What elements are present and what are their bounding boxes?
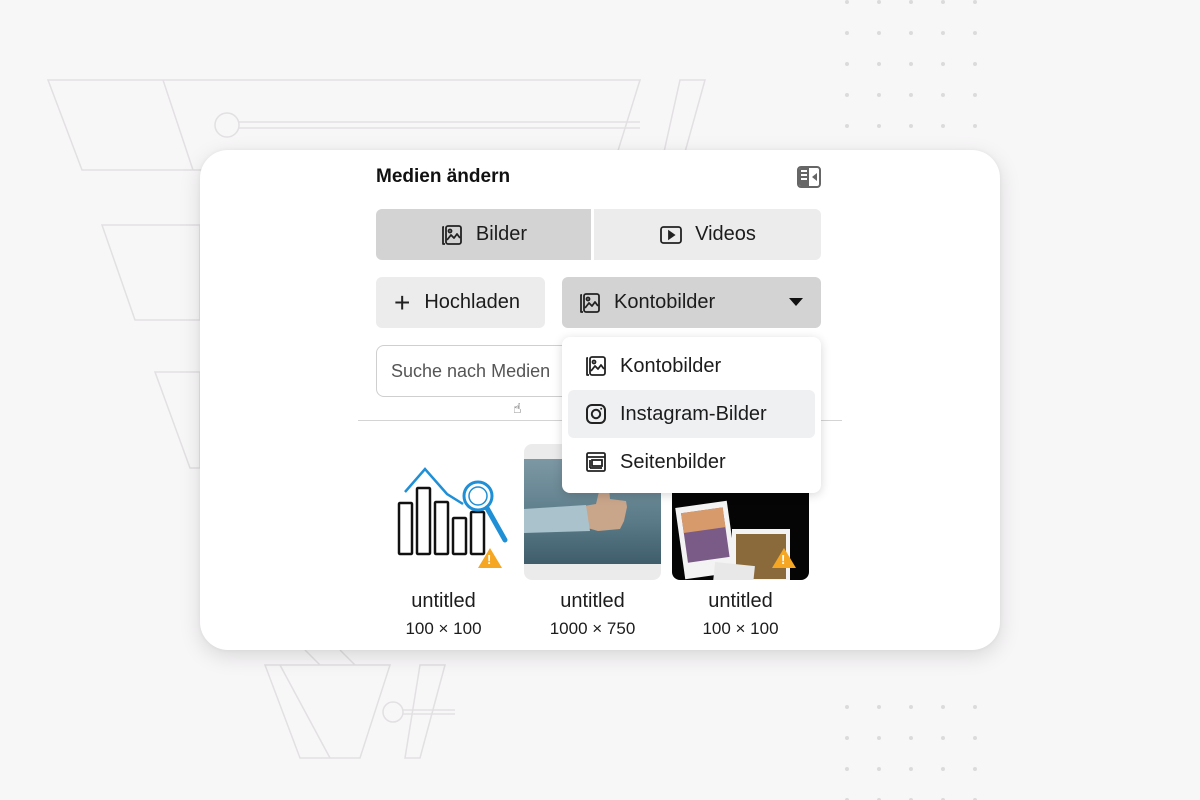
- caret-down-icon: [789, 298, 803, 306]
- menu-item-instagram-bilder[interactable]: Instagram-Bilder: [568, 390, 815, 438]
- menu-item-label: Instagram-Bilder: [620, 402, 767, 425]
- media-thumbnail[interactable]: [375, 444, 512, 580]
- dialog-title: Medien ändern: [376, 166, 511, 187]
- menu-item-seitenbilder[interactable]: Seitenbilder: [568, 438, 815, 486]
- source-dropdown-menu: Kontobilder Instagram-Bilder Seitenbilde…: [562, 337, 821, 493]
- media-name: untitled: [708, 590, 773, 612]
- dot-grid-bottom: [845, 705, 1005, 800]
- panel-collapse-icon: [799, 168, 809, 186]
- menu-item-label: Seitenbilder: [620, 450, 726, 473]
- media-name: untitled: [560, 590, 625, 612]
- media-dims: 1000 × 750: [549, 619, 636, 638]
- upload-label: Hochladen: [424, 291, 520, 313]
- images-icon: [440, 223, 464, 247]
- page-layout-icon: [584, 450, 608, 474]
- play-icon: [659, 223, 683, 247]
- source-dropdown-value: Kontobilder: [614, 291, 716, 313]
- tab-bilder-label: Bilder: [475, 223, 528, 245]
- tab-videos[interactable]: Videos: [594, 209, 821, 260]
- media-dialog: Medien ändern Bilder Videos + Hochladen …: [200, 150, 1000, 650]
- images-icon: [584, 354, 608, 378]
- warning-icon: [478, 548, 502, 568]
- plus-icon: +: [394, 286, 411, 318]
- media-item[interactable]: untitled 100 × 100: [375, 444, 512, 639]
- media-dims: 100 × 100: [405, 619, 482, 638]
- warning-icon: [772, 548, 796, 568]
- media-dims: 100 × 100: [702, 619, 779, 638]
- menu-item-kontobilder[interactable]: Kontobilder: [568, 342, 815, 390]
- panel-collapse-button[interactable]: [797, 166, 821, 188]
- hand-cursor-icon: ☝: [513, 400, 522, 416]
- search-input[interactable]: [376, 345, 576, 397]
- upload-button[interactable]: + Hochladen: [376, 277, 545, 328]
- dot-grid-top: [845, 0, 1005, 155]
- source-dropdown[interactable]: Kontobilder: [562, 277, 821, 328]
- tab-bilder[interactable]: Bilder: [376, 209, 591, 260]
- tab-videos-label: Videos: [695, 223, 756, 245]
- menu-item-label: Kontobilder: [620, 354, 722, 377]
- instagram-icon: [584, 402, 608, 426]
- images-icon: [578, 291, 602, 315]
- media-name: untitled: [411, 590, 476, 612]
